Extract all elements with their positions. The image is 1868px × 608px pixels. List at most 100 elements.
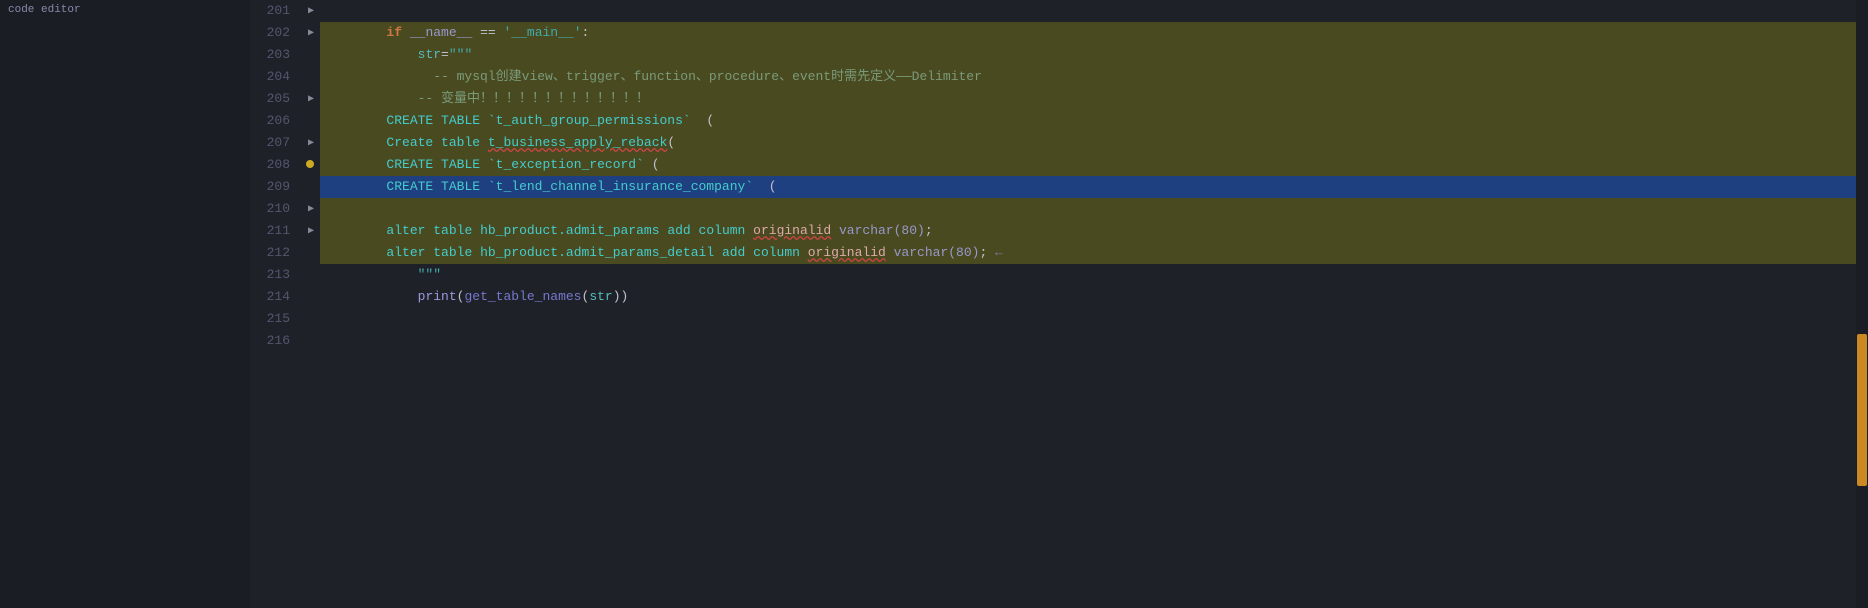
line-num-212: 212 <box>250 242 290 264</box>
token-varchar-210: varchar(80) <box>839 223 925 238</box>
line-num-213: 213 <box>250 264 290 286</box>
line-numbers: 201 202 203 204 205 206 207 208 209 210 … <box>250 0 302 608</box>
line-num-209: 209 <box>250 176 290 198</box>
gutter-209 <box>302 176 320 198</box>
token-space-208 <box>433 179 441 194</box>
token-space2-210 <box>472 223 480 238</box>
token-tblname-210: hb_product.admit_params <box>480 223 659 238</box>
token-space5-211 <box>800 245 808 260</box>
token-comment-203: -- mysql创建view、trigger、function、procedur… <box>386 69 981 84</box>
token-create-205: CREATE <box>386 113 433 128</box>
token-create-207: CREATE <box>386 157 433 172</box>
line-num-205: 205 <box>250 88 290 110</box>
token-column-210: column <box>699 223 746 238</box>
line-num-216: 216 <box>250 330 290 352</box>
editor-container: code editor 201 202 203 204 205 206 207 … <box>0 0 1868 608</box>
code-line-201[interactable]: if __name__ == '__main__': <box>320 0 1868 22</box>
token-add-210: add <box>667 223 690 238</box>
line-num-202: 202 <box>250 22 290 44</box>
gutter-207: ▶ <box>302 132 320 154</box>
code-line-210[interactable]: alter table hb_product.admit_params add … <box>320 198 1868 220</box>
token-blank-215 <box>386 333 394 348</box>
line-num-215: 215 <box>250 308 290 330</box>
token-comment-204: -- 变量中！！！！！！！！！！！！！ <box>386 91 649 106</box>
token-alter-211: alter <box>386 245 425 260</box>
gutter-203 <box>302 44 320 66</box>
code-lines[interactable]: if __name__ == '__main__': str=""" -- my… <box>320 0 1868 608</box>
code-area[interactable]: 201 202 203 204 205 206 207 208 209 210 … <box>250 0 1868 608</box>
gutter-213 <box>302 264 320 286</box>
line-num-214: 214 <box>250 286 290 308</box>
gutter-202: ▶ <box>302 22 320 44</box>
token-space4-210 <box>691 223 699 238</box>
token-indent-213 <box>386 289 417 304</box>
token-column-211: column <box>753 245 800 260</box>
token-colon: : <box>582 25 590 40</box>
token-space6-211 <box>886 245 894 260</box>
code-line-213[interactable]: print(get_table_names(str)) <box>320 264 1868 286</box>
code-line-215[interactable] <box>320 308 1868 330</box>
token-space2-205 <box>480 113 488 128</box>
token-space <box>402 25 410 40</box>
gutter-212 <box>302 242 320 264</box>
token-space6-210 <box>831 223 839 238</box>
token-table-206: table <box>441 135 480 150</box>
token-space2-206 <box>480 135 488 150</box>
token-table-208: TABLE <box>441 179 480 194</box>
token-indent-202 <box>386 47 417 62</box>
gutter-216 <box>302 330 320 352</box>
token-varchar-211: varchar(80) <box>894 245 980 260</box>
token-arrow-211: ← <box>987 245 1003 260</box>
gutter-211: ▶ <box>302 220 320 242</box>
gutter-210: ▶ <box>302 198 320 220</box>
token-paren3-213: )) <box>613 289 629 304</box>
gutter: ▶ ▶ ▶ ▶ ▶ ▶ <box>302 0 320 608</box>
token-tblname-207: `t_exception_record` <box>488 157 644 172</box>
line-num-210: 210 <box>250 198 290 220</box>
line-num-204: 204 <box>250 66 290 88</box>
code-line-203[interactable]: -- mysql创建view、trigger、function、procedur… <box>320 44 1868 66</box>
token-space2-207 <box>480 157 488 172</box>
line-num-201: 201 <box>250 0 290 22</box>
token-str-213: str <box>589 289 612 304</box>
sidebar: code editor <box>0 0 250 608</box>
token-create-208: CREATE <box>386 179 433 194</box>
gutter-214 <box>302 286 320 308</box>
token-colname-210: originalid <box>753 223 831 238</box>
token-paren-207: ( <box>644 157 660 172</box>
token-assign: = <box>441 47 449 62</box>
token-paren-205: ( <box>691 113 714 128</box>
token-alter-210: alter <box>386 223 425 238</box>
token-table-205: TABLE <box>441 113 480 128</box>
token-space-206 <box>433 135 441 150</box>
scrollbar-thumb[interactable] <box>1857 334 1867 486</box>
gutter-206 <box>302 110 320 132</box>
token-main: '__main__' <box>503 25 581 40</box>
token-create-206: Create <box>386 135 433 150</box>
line-num-208: 208 <box>250 154 290 176</box>
token-space5-210 <box>745 223 753 238</box>
token-tblname-208: `t_lend_channel_insurance_company` <box>488 179 753 194</box>
token-space2-208 <box>480 179 488 194</box>
code-line-216[interactable] <box>320 330 1868 352</box>
sidebar-header: code editor <box>0 0 250 20</box>
gutter-205: ▶ <box>302 88 320 110</box>
scrollbar-y[interactable] <box>1856 0 1868 608</box>
line-num-211: 211 <box>250 220 290 242</box>
token-name: __name__ <box>410 25 472 40</box>
token-space2-211 <box>472 245 480 260</box>
token-space-207 <box>433 157 441 172</box>
token-space4-211 <box>745 245 753 260</box>
token-colname-211: originalid <box>808 245 886 260</box>
token-str: str <box>418 47 441 62</box>
token-add-211: add <box>722 245 745 260</box>
token-paren-206: ( <box>667 135 675 150</box>
token-space3-211 <box>714 245 722 260</box>
token-tblname-206: t_business_apply_reback <box>488 135 667 150</box>
token-triple-close-212: """ <box>386 267 441 282</box>
token-blank-209 <box>386 201 394 216</box>
token-semi-210: ; <box>925 223 933 238</box>
token-tblname-205: `t_auth_group_permissions` <box>488 113 691 128</box>
token-table-211: table <box>433 245 472 260</box>
token-blank-216 <box>386 355 394 370</box>
